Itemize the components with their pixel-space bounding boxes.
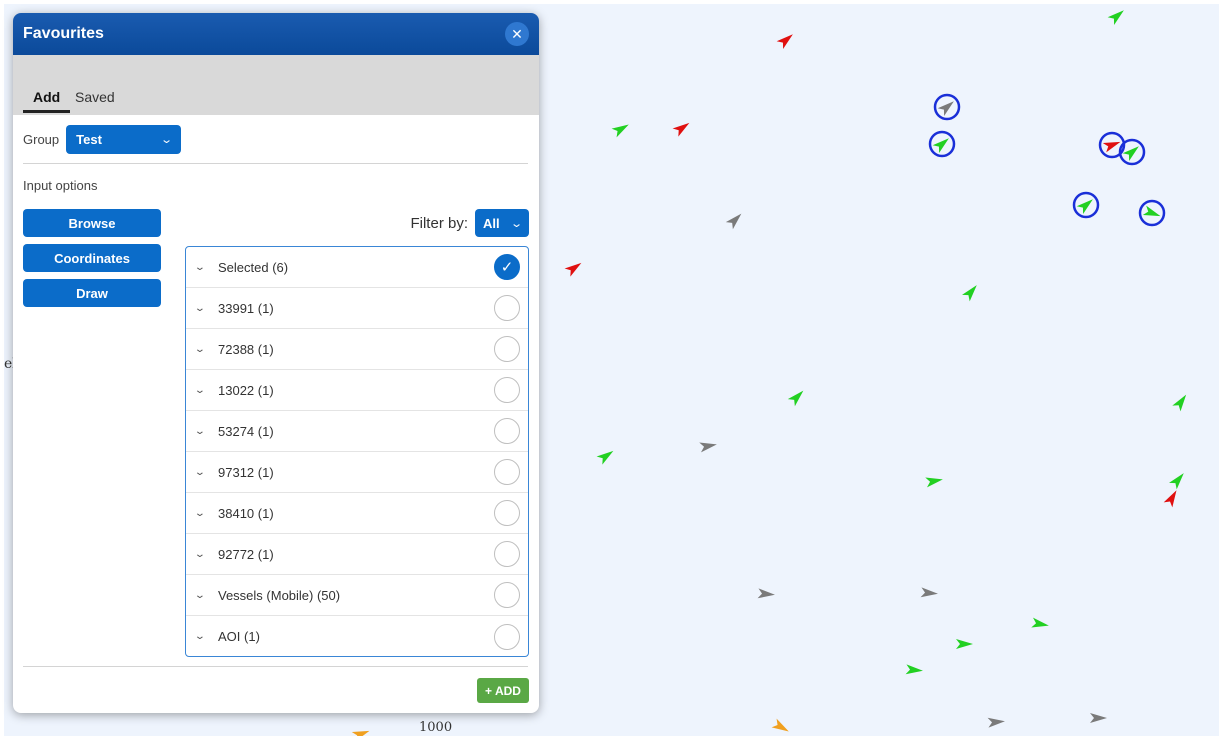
group-row: Group Test ⌄: [23, 125, 182, 154]
divider: [23, 163, 528, 164]
chevron-down-icon: ⌄: [160, 134, 173, 146]
list-item[interactable]: ⌄ 13022 (1): [186, 370, 528, 411]
filter-label: Filter by:: [410, 214, 468, 232]
filter-select[interactable]: All ⌄: [475, 209, 529, 237]
vessel-marker-icon[interactable]: [1172, 392, 1190, 412]
chevron-down-icon[interactable]: ⌄: [194, 549, 222, 560]
group-select[interactable]: Test ⌄: [66, 125, 182, 154]
vessel-marker-icon[interactable]: [1076, 195, 1096, 214]
list-item-label: 33991 (1): [218, 300, 274, 316]
favourites-list: ⌄ Selected (6) ✓ ⌄ 33991 (1) ⌄ 72388 (1) ⌄ 13022…: [185, 246, 529, 657]
unchecked-circle-icon[interactable]: [494, 459, 520, 485]
vessel-marker-icon[interactable]: [771, 718, 792, 736]
list-item-label: 53274 (1): [218, 423, 274, 439]
vessel-marker-icon[interactable]: [699, 440, 717, 453]
vessel-marker-icon[interactable]: [905, 664, 924, 675]
unchecked-circle-icon[interactable]: [494, 623, 520, 650]
chevron-down-icon[interactable]: ⌄: [194, 590, 222, 601]
vessel-marker-icon[interactable]: [932, 134, 952, 153]
vessel-marker-icon[interactable]: [925, 475, 943, 488]
list-item[interactable]: ⌄ 72388 (1): [186, 329, 528, 370]
vessel-marker-icon[interactable]: [956, 639, 973, 649]
vessel-marker-icon[interactable]: [962, 282, 981, 302]
list-item-label: Vessels (Mobile) (50): [218, 587, 341, 603]
vessel-marker-icon[interactable]: [920, 587, 939, 598]
add-button[interactable]: + ADD: [477, 678, 529, 703]
chevron-down-icon[interactable]: ⌄: [194, 508, 222, 519]
favourites-panel: Favourites ✕ Add Saved Group Test ⌄ Inpu…: [13, 13, 539, 713]
list-item-label: AOI (1): [218, 629, 260, 644]
list-item-label: 92772 (1): [218, 546, 274, 562]
unchecked-circle-icon[interactable]: [494, 541, 520, 567]
close-icon[interactable]: ✕: [505, 22, 529, 46]
vessel-marker-icon[interactable]: [1122, 142, 1142, 161]
unchecked-circle-icon[interactable]: [494, 418, 520, 444]
tabs-bar: Add Saved: [13, 55, 539, 115]
filter-row: Filter by: All ⌄: [410, 209, 529, 237]
vessel-marker-icon[interactable]: [1107, 6, 1127, 25]
list-item[interactable]: ⌄ AOI (1): [186, 616, 528, 656]
list-item-label: Selected (6): [218, 259, 289, 275]
browse-button[interactable]: Browse: [23, 209, 161, 237]
vessel-marker-icon[interactable]: [611, 120, 632, 138]
list-item-label: 13022 (1): [218, 382, 274, 398]
list-item[interactable]: ⌄ 33991 (1): [186, 288, 528, 329]
list-item-label: 97312 (1): [218, 464, 274, 480]
tab-add[interactable]: Add: [23, 89, 71, 113]
list-item[interactable]: ⌄ 97312 (1): [186, 452, 528, 493]
list-item-label: 72388 (1): [218, 341, 274, 357]
list-item[interactable]: ⌄ 38410 (1): [186, 493, 528, 534]
chevron-down-icon[interactable]: ⌄: [194, 262, 222, 273]
panel-header: Favourites ✕: [13, 13, 539, 55]
vessel-marker-icon[interactable]: [787, 387, 807, 407]
chevron-down-icon[interactable]: ⌄: [194, 631, 222, 642]
vessel-marker-icon[interactable]: [672, 119, 693, 137]
vessel-marker-icon[interactable]: [757, 588, 776, 599]
vessel-marker-icon[interactable]: [596, 447, 617, 465]
chevron-down-icon[interactable]: ⌄: [194, 303, 222, 314]
draw-button[interactable]: Draw: [23, 279, 161, 307]
vessel-marker-icon[interactable]: [1031, 617, 1049, 631]
vessel-marker-icon[interactable]: [1090, 713, 1107, 723]
list-item[interactable]: ⌄ Vessels (Mobile) (50): [186, 575, 528, 616]
checked-circle-icon[interactable]: ✓: [494, 254, 520, 280]
vessel-marker-icon[interactable]: [351, 726, 371, 736]
chevron-down-icon: ⌄: [509, 217, 523, 230]
chevron-down-icon[interactable]: ⌄: [194, 344, 222, 355]
list-item-label: 38410 (1): [218, 505, 274, 521]
chevron-down-icon[interactable]: ⌄: [194, 426, 222, 437]
vessel-marker-icon[interactable]: [564, 259, 585, 277]
vessel-marker-icon[interactable]: [1142, 205, 1162, 221]
divider: [23, 666, 528, 667]
group-label: Group: [23, 132, 60, 147]
vessel-marker-icon[interactable]: [776, 30, 796, 49]
unchecked-circle-icon[interactable]: [494, 295, 520, 321]
vessel-marker-icon[interactable]: [937, 97, 957, 116]
unchecked-circle-icon[interactable]: [494, 582, 520, 608]
unchecked-circle-icon[interactable]: [494, 500, 520, 526]
vessel-marker-icon[interactable]: [987, 716, 1006, 728]
coordinates-button[interactable]: Coordinates: [23, 244, 161, 272]
vessel-marker-icon[interactable]: [1169, 470, 1188, 490]
vessel-marker-icon[interactable]: [725, 210, 745, 230]
list-item[interactable]: ⌄ Selected (6) ✓: [186, 247, 528, 288]
map-depth-label: 1000: [419, 720, 453, 735]
vessel-marker-icon[interactable]: [1163, 488, 1181, 508]
panel-title: Favourites: [23, 25, 104, 42]
unchecked-circle-icon[interactable]: [494, 377, 520, 403]
input-options-label: Input options: [23, 178, 98, 193]
list-item[interactable]: ⌄ 53274 (1): [186, 411, 528, 452]
tab-saved[interactable]: Saved: [75, 89, 115, 111]
unchecked-circle-icon[interactable]: [494, 336, 520, 362]
filter-select-value: All: [483, 215, 500, 231]
group-select-value: Test: [76, 132, 102, 147]
chevron-down-icon[interactable]: ⌄: [194, 467, 222, 478]
chevron-down-icon[interactable]: ⌄: [194, 385, 222, 396]
list-item[interactable]: ⌄ 92772 (1): [186, 534, 528, 575]
